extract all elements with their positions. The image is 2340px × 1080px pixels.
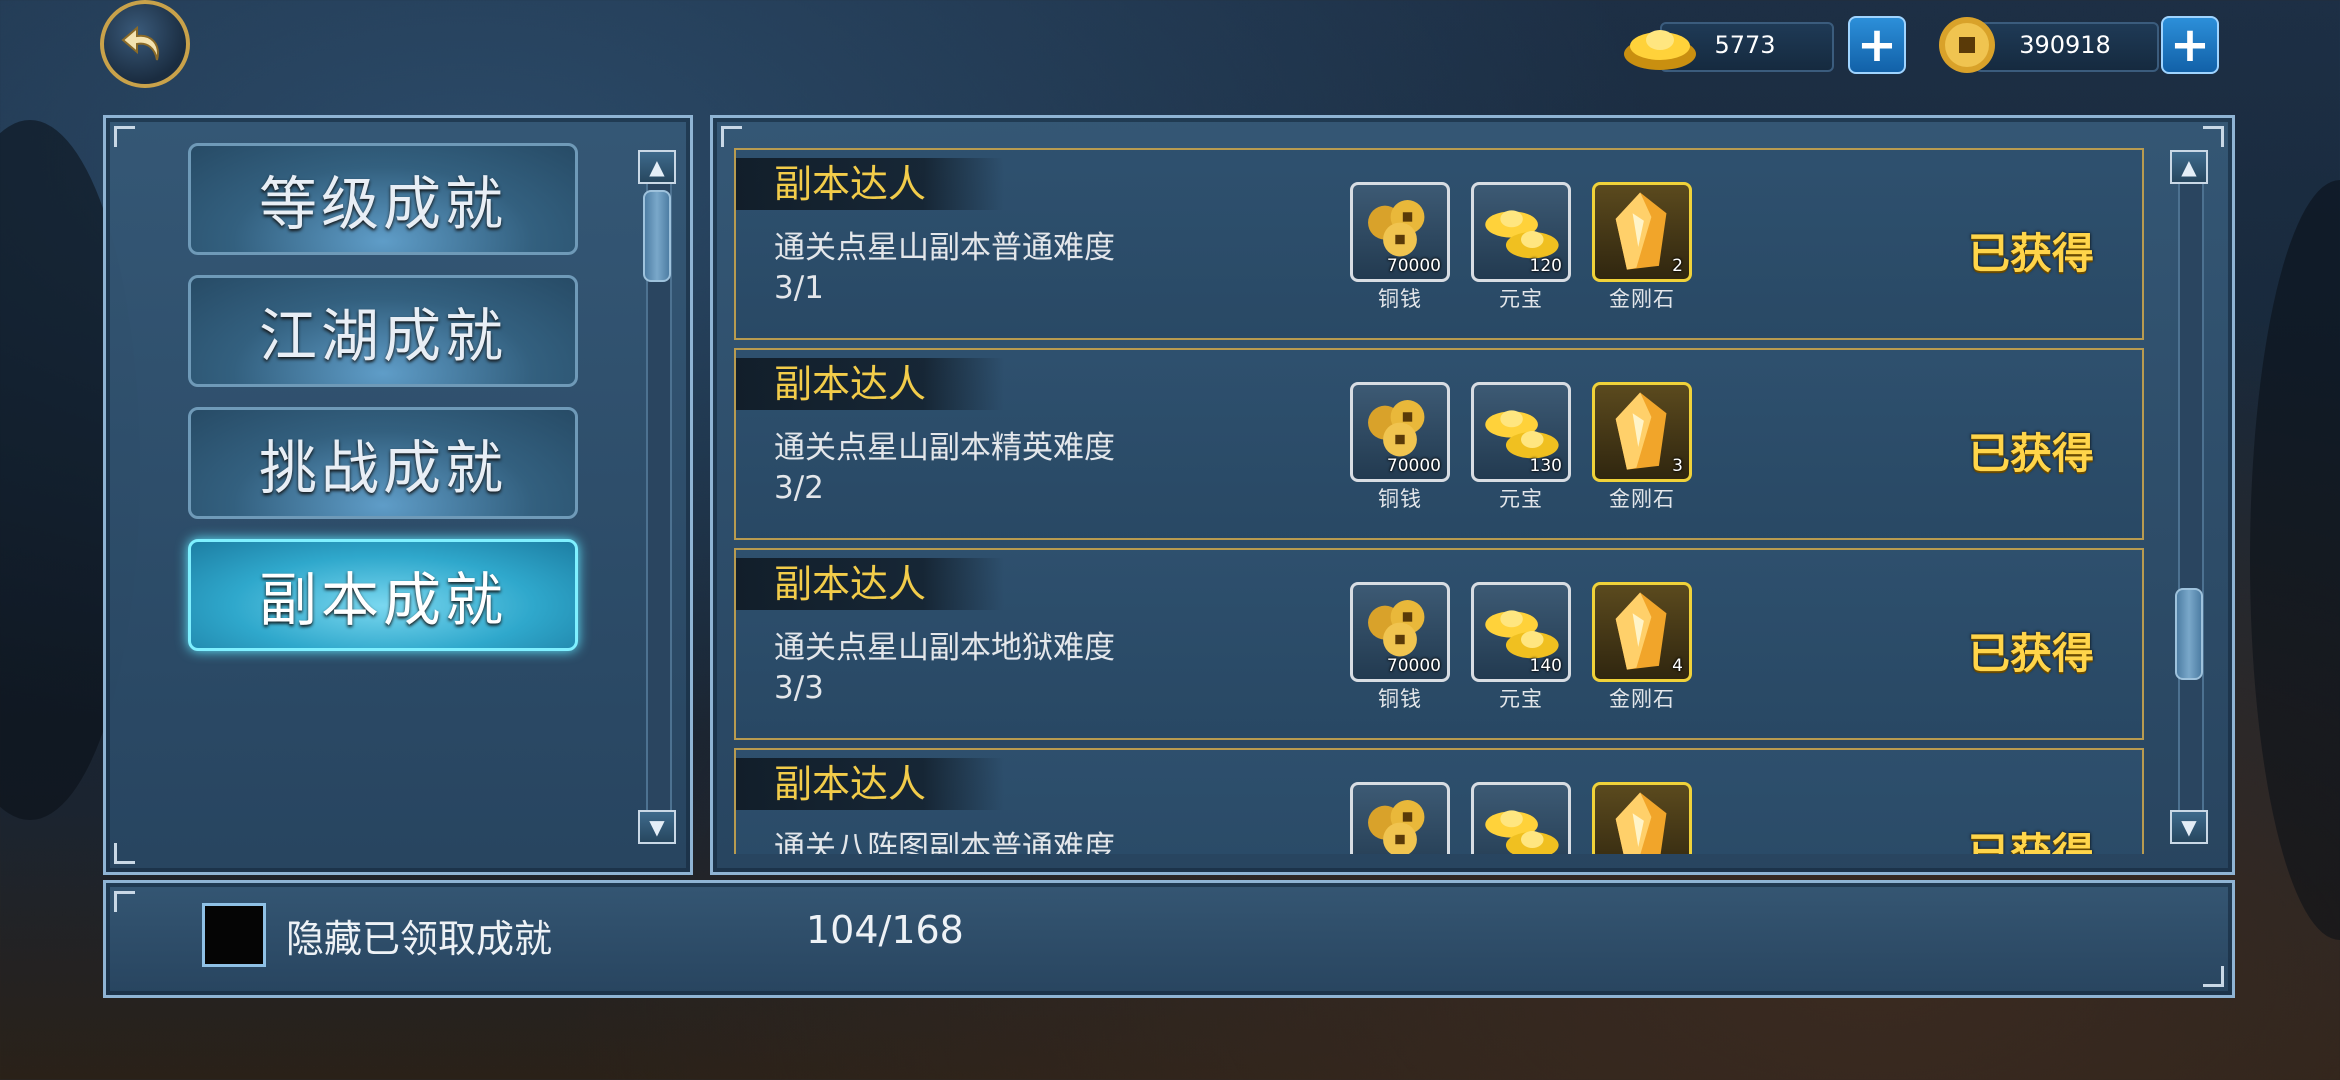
reward-yuanbao[interactable] <box>1471 782 1571 854</box>
scroll-down-button[interactable]: ▼ <box>638 810 676 844</box>
achievement-row: 副本达人 通关八阵图副本普通难度 已获得 <box>734 748 2144 854</box>
reward-quantity: 4 <box>1672 656 1683 676</box>
hide-claimed-checkbox[interactable] <box>202 903 266 967</box>
back-arrow-icon <box>121 25 159 61</box>
achievement-title: 副本达人 <box>736 358 1004 410</box>
reward-coins[interactable]: 70000 <box>1350 182 1450 282</box>
reward-quantity: 130 <box>1529 456 1562 476</box>
coins-icon <box>1368 800 1425 854</box>
add-yuanbao-button[interactable]: + <box>1848 16 1906 74</box>
background-rock <box>2250 180 2340 940</box>
reward-diamond[interactable]: 2 <box>1592 182 1692 282</box>
tab-dungeon-achievement[interactable]: 副本成就 <box>188 539 578 651</box>
reward-label: 金刚石 <box>1609 287 1675 311</box>
achievement-row: 副本达人 通关点星山副本地狱难度 3/3 70000 铜钱 140 元宝 4 金… <box>734 548 2144 740</box>
achievement-row: 副本达人 通关点星山副本普通难度 3/1 70000 铜钱 120 元宝 2 金… <box>734 148 2144 340</box>
reward-quantity: 2 <box>1672 256 1683 276</box>
reward-quantity: 120 <box>1529 256 1562 276</box>
reward-coins[interactable]: 70000 <box>1350 382 1450 482</box>
achievement-progress: 3/2 <box>774 470 824 506</box>
reward-label: 元宝 <box>1499 687 1543 711</box>
add-tongqian-button[interactable]: + <box>2161 16 2219 74</box>
achievement-scrollbar[interactable] <box>2178 158 2204 842</box>
reward-diamond[interactable]: 3 <box>1592 382 1692 482</box>
reward-coins[interactable] <box>1350 782 1450 854</box>
achievement-description: 通关点星山副本普通难度 <box>774 230 1115 266</box>
corner-ornament <box>114 843 135 864</box>
currency-yuanbao: 5773 + <box>1620 14 1920 76</box>
scroll-down-button[interactable]: ▼ <box>2170 810 2208 844</box>
reward-yuanbao[interactable]: 130 <box>1471 382 1571 482</box>
achievement-list[interactable]: 副本达人 通关点星山副本普通难度 3/1 70000 铜钱 120 元宝 2 金… <box>734 148 2144 854</box>
gold-ingot-icon <box>1624 30 1696 70</box>
hide-claimed-label: 隐藏已领取成就 <box>286 917 553 961</box>
reward-coins[interactable]: 70000 <box>1350 582 1450 682</box>
achievement-row: 副本达人 通关点星山副本精英难度 3/2 70000 铜钱 130 元宝 3 金… <box>734 348 2144 540</box>
corner-ornament <box>114 891 135 912</box>
reward-label: 铜钱 <box>1378 287 1422 311</box>
claimed-status: 已获得 <box>1967 829 2094 854</box>
footer-bar: 隐藏已领取成就 104/168 <box>103 880 2235 998</box>
reward-quantity: 3 <box>1672 456 1683 476</box>
copper-coin-icon <box>1939 17 1995 73</box>
reward-label: 金刚石 <box>1609 487 1675 511</box>
achievement-description: 通关点星山副本地狱难度 <box>774 630 1115 666</box>
back-button[interactable] <box>100 0 190 88</box>
diamond-icon <box>1615 792 1667 854</box>
corner-ornament <box>114 126 135 147</box>
corner-ornament <box>2203 966 2224 987</box>
achievement-list-panel: 副本达人 通关点星山副本普通难度 3/1 70000 铜钱 120 元宝 2 金… <box>710 115 2235 875</box>
achievement-title: 副本达人 <box>736 558 1004 610</box>
reward-label: 铜钱 <box>1378 487 1422 511</box>
reward-diamond[interactable]: 4 <box>1592 582 1692 682</box>
achievement-description: 通关八阵图副本普通难度 <box>774 830 1115 854</box>
corner-ornament <box>721 126 742 147</box>
achievement-description: 通关点星山副本精英难度 <box>774 430 1115 466</box>
achievement-count: 104/168 <box>806 908 964 952</box>
scroll-up-button[interactable]: ▲ <box>638 150 676 184</box>
claimed-status: 已获得 <box>1967 229 2094 278</box>
achievement-progress: 3/1 <box>774 270 824 306</box>
reward-diamond[interactable] <box>1592 782 1692 854</box>
gold-ingot-icon <box>1485 810 1559 854</box>
achievement-scroll-thumb[interactable] <box>2175 588 2203 680</box>
scroll-up-button[interactable]: ▲ <box>2170 150 2208 184</box>
corner-ornament <box>2203 126 2224 147</box>
achievement-title: 副本达人 <box>736 158 1004 210</box>
reward-label: 元宝 <box>1499 287 1543 311</box>
reward-quantity: 70000 <box>1386 456 1441 476</box>
category-scroll-thumb[interactable] <box>643 190 671 282</box>
claimed-status: 已获得 <box>1967 429 2094 478</box>
claimed-status: 已获得 <box>1967 629 2094 678</box>
reward-quantity: 70000 <box>1386 256 1441 276</box>
reward-quantity: 140 <box>1529 656 1562 676</box>
achievement-title: 副本达人 <box>736 758 1004 810</box>
tab-jianghu-achievement[interactable]: 江湖成就 <box>188 275 578 387</box>
tab-level-achievement[interactable]: 等级成就 <box>188 143 578 255</box>
reward-quantity: 70000 <box>1386 656 1441 676</box>
reward-yuanbao[interactable]: 140 <box>1471 582 1571 682</box>
category-panel: 等级成就 江湖成就 挑战成就 副本成就 ▲ ▼ <box>103 115 693 875</box>
reward-label: 金刚石 <box>1609 687 1675 711</box>
achievement-progress: 3/3 <box>774 670 824 706</box>
currency-tongqian: 390918 + <box>1935 14 2225 76</box>
reward-yuanbao[interactable]: 120 <box>1471 182 1571 282</box>
tab-challenge-achievement[interactable]: 挑战成就 <box>188 407 578 519</box>
reward-label: 元宝 <box>1499 487 1543 511</box>
reward-label: 铜钱 <box>1378 687 1422 711</box>
